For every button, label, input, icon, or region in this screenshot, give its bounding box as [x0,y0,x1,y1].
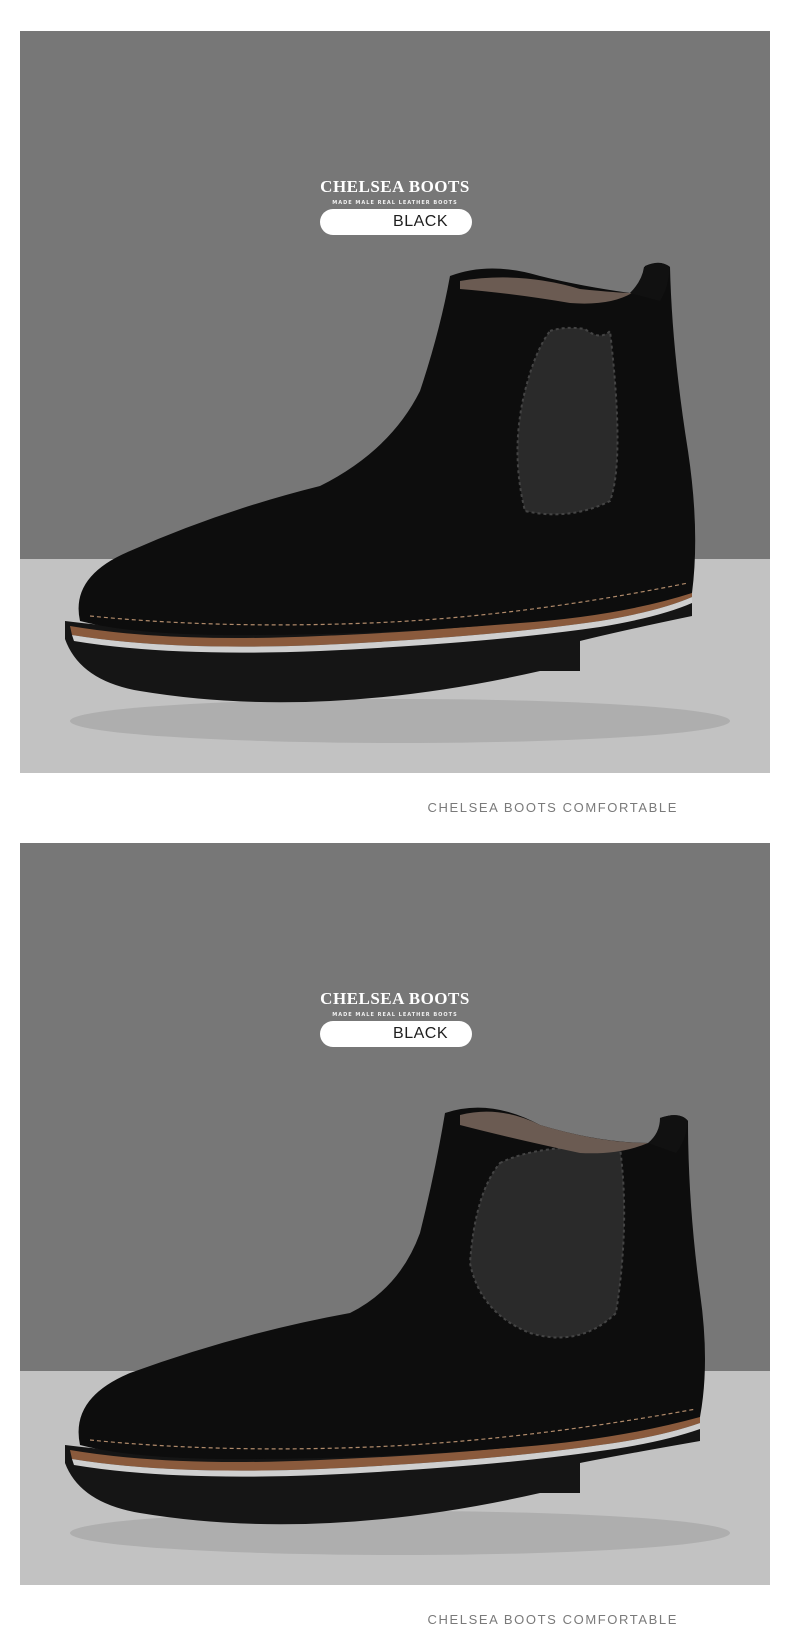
panel-caption: CHELSEA BOOTS COMFORTABLE [427,1612,678,1627]
chelsea-boot-image [65,262,730,743]
product-photo-1: CHELSEA BOOTS MADE MALE REAL LEATHER BOO… [20,31,770,773]
panel-caption: CHELSEA BOOTS COMFORTABLE [427,800,678,815]
product-photo-2: CHELSEA BOOTS MADE MALE REAL LEATHER BOO… [20,843,770,1585]
chelsea-boot-image [65,1107,730,1555]
